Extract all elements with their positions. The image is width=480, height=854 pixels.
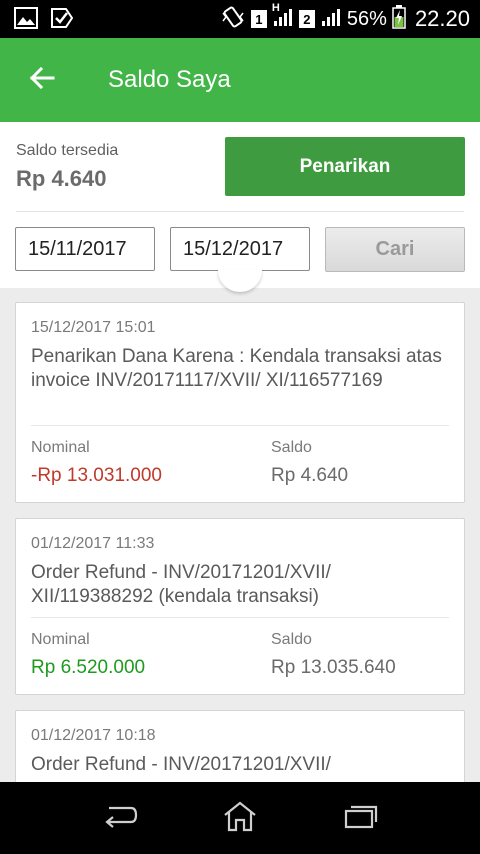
status-time: 22.20	[414, 6, 470, 31]
transaction-card[interactable]: 01/12/2017 10:18 Order Refund - INV/2017…	[15, 710, 465, 782]
app-bar: Saldo Saya	[0, 38, 480, 122]
nav-recents-button[interactable]	[340, 800, 380, 836]
transaction-list[interactable]: 15/12/2017 15:01 Penarikan Dana Karena :…	[0, 288, 480, 782]
withdraw-button[interactable]: Penarikan	[225, 137, 465, 196]
nav-back-icon	[101, 802, 139, 835]
status-notifications	[14, 7, 74, 34]
transaction-date: 01/12/2017 11:33	[31, 535, 155, 552]
nav-home-button[interactable]	[220, 800, 260, 836]
transaction-date: 01/12/2017 10:18	[31, 727, 156, 744]
transaction-description: Order Refund - INV/20171201/XVII/ XII/11…	[31, 562, 331, 607]
status-indicators: 1 H 2 56% 22.20	[220, 2, 470, 34]
card-divider	[31, 425, 449, 426]
card-divider	[31, 617, 449, 618]
sim1-badge: 1	[250, 10, 267, 28]
balance-panel: Saldo tersedia Rp 4.640 Penarikan 15/11/…	[0, 122, 480, 288]
nav-recents-icon	[342, 802, 378, 835]
battery-percent: 56%	[346, 7, 387, 30]
sim2-badge: 2	[298, 10, 315, 28]
saldo-value: Rp 13.035.640	[271, 657, 396, 678]
transaction-card[interactable]: 15/12/2017 15:01 Penarikan Dana Karena :…	[15, 302, 465, 503]
transaction-description: Penarikan Dana Karena : Kendala transaks…	[31, 346, 442, 391]
transaction-description: Order Refund - INV/20171201/XVII/	[31, 754, 331, 775]
divider	[16, 211, 464, 212]
system-nav-bar	[0, 782, 480, 854]
task-icon	[50, 7, 74, 34]
nav-home-icon	[222, 800, 258, 837]
nominal-label: Nominal	[31, 439, 90, 456]
page-title: Saldo Saya	[108, 66, 231, 93]
signal-icon	[320, 6, 342, 33]
nominal-value: -Rp 13.031.000	[31, 465, 162, 486]
saldo-label: Saldo	[271, 439, 312, 456]
transaction-date: 15/12/2017 15:01	[31, 319, 156, 336]
vibrate-icon	[220, 5, 246, 34]
date-to-input[interactable]: 15/12/2017	[170, 227, 310, 271]
nav-back-button[interactable]	[100, 800, 140, 836]
network-type-label: H	[271, 1, 280, 14]
gallery-icon	[14, 7, 38, 34]
balance-value: Rp 4.640	[16, 166, 107, 191]
nominal-label: Nominal	[31, 631, 90, 648]
transaction-card[interactable]: 01/12/2017 11:33 Order Refund - INV/2017…	[15, 518, 465, 695]
saldo-label: Saldo	[271, 631, 312, 648]
date-from-input[interactable]: 15/11/2017	[15, 227, 155, 271]
nominal-value: Rp 6.520.000	[31, 657, 146, 678]
battery-charging-icon	[392, 4, 406, 34]
signal-icon: H	[272, 2, 294, 33]
balance-label: Saldo tersedia	[16, 142, 119, 159]
search-button[interactable]: Cari	[325, 227, 465, 272]
saldo-value: Rp 4.640	[271, 465, 349, 486]
arrow-left-icon	[29, 66, 55, 94]
back-button[interactable]	[24, 62, 60, 98]
status-bar: 1 H 2 56% 22.20	[0, 0, 480, 38]
